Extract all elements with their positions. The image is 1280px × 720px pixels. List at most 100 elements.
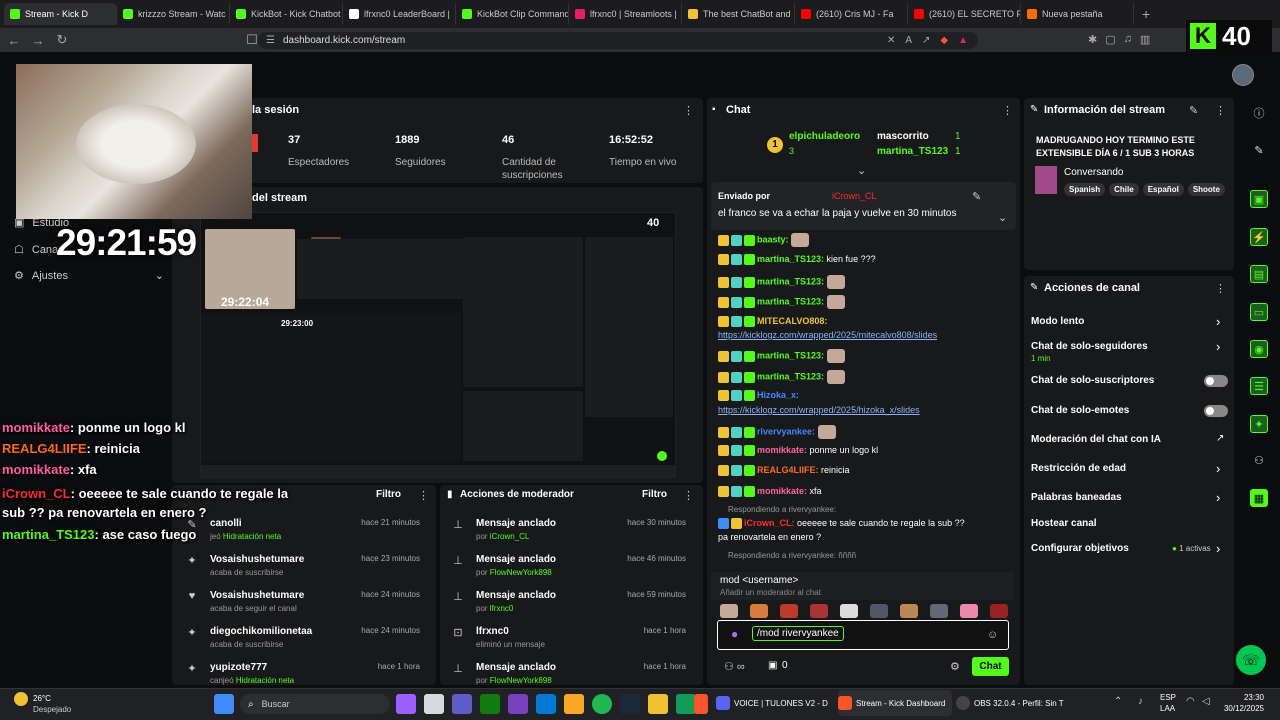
chat-username[interactable]: momikkate: (757, 445, 807, 455)
chat-username[interactable]: momikkate: (757, 486, 807, 496)
channel-action-item[interactable]: Hostear canal (1031, 518, 1097, 529)
wifi-icon[interactable]: ◠ (1186, 696, 1195, 707)
emote[interactable] (900, 604, 918, 618)
category-name[interactable]: Conversando (1064, 167, 1123, 178)
more-options-icon[interactable]: ⋮ (683, 104, 694, 117)
chevron-right-icon[interactable]: › (1216, 461, 1220, 476)
browser-tab[interactable]: Nueva pestaña (1021, 3, 1134, 25)
mod-filter-button[interactable]: Filtro (642, 489, 667, 500)
external-link-icon[interactable]: ↗ (1216, 433, 1224, 444)
chat-username[interactable]: martina_TS123: (757, 350, 824, 360)
weather-icon[interactable] (14, 692, 28, 706)
emote[interactable] (870, 604, 888, 618)
emote[interactable] (750, 604, 768, 618)
edit-icon[interactable]: ✎ (1250, 142, 1268, 160)
activity-filter-button[interactable]: Filtro (376, 489, 401, 500)
top-gifter-3[interactable]: martina_TS123 (877, 146, 948, 157)
browser-tab[interactable]: KickBot - Kick Chatbot (230, 3, 343, 25)
activity-item[interactable]: ♥ Vosaishushetumare acaba de seguir el can… (184, 590, 430, 613)
volume-icon[interactable]: ◁ (1202, 696, 1210, 707)
toggle-switch[interactable] (1204, 375, 1228, 387)
forward-icon[interactable]: → (28, 33, 48, 48)
chat-text[interactable]: https://kicklogz.com/wrapped/2025/miteca… (718, 330, 937, 340)
rail-icon-wrench[interactable]: ✦ (1250, 415, 1268, 433)
rail-icon-list[interactable]: ☰ (1250, 377, 1268, 395)
back-icon[interactable]: ← (4, 33, 24, 48)
address-bar[interactable]: ☰ dashboard.kick.com/stream ✕ A ↗ ◆ ▲ (258, 32, 978, 49)
store-icon[interactable] (536, 694, 556, 714)
taskbar-app-discord[interactable]: VOICE | TULONES V2 - D (716, 690, 828, 716)
chevron-right-icon[interactable]: › (1216, 314, 1220, 329)
taskview-icon[interactable] (424, 694, 444, 714)
browser-tab[interactable]: krizzzo Stream - Watc (117, 3, 230, 25)
mod-action-item[interactable]: ⊥ Mensaje anclado por lfrxnc0 hace 59 minut… (450, 590, 696, 613)
rail-icon-chat[interactable]: ▭ (1250, 303, 1268, 321)
mod-action-item[interactable]: ⊥ Mensaje anclado por iCrown_CL hace 30 min… (450, 518, 696, 541)
taskbar-search[interactable]: ⌕ Buscar (240, 694, 390, 714)
nav-item-settings[interactable]: ⚙ Ajustes ⌄ (14, 269, 164, 283)
category-thumbnail[interactable] (1035, 166, 1057, 194)
points-icon[interactable]: ▣ (768, 660, 777, 671)
chat-input-text[interactable]: /mod rivervyankee (752, 626, 844, 641)
edge-icon[interactable] (676, 694, 696, 714)
spotify-icon[interactable] (592, 694, 612, 714)
xbox-icon[interactable] (480, 694, 500, 714)
mod-action-item[interactable]: ⊡ lfrxnc0 eliminó un mensaje hace 1 hora (450, 626, 696, 649)
tag[interactable]: Spanish (1064, 183, 1106, 196)
chat-username[interactable]: MITECALVO808: (757, 316, 827, 326)
browser-tab[interactable]: lfrxnc0 | Streamloots | (569, 3, 682, 25)
rail-icon-radio[interactable]: ◉ (1250, 340, 1268, 358)
browser-tab[interactable]: lfrxnc0 LeaderBoard | (343, 3, 456, 25)
avatar[interactable] (1232, 64, 1254, 86)
windows-start-icon[interactable] (214, 694, 234, 714)
emote[interactable] (720, 604, 738, 618)
taskbar-app-brave[interactable]: Stream - Kick Dashboard (838, 690, 952, 716)
chevron-right-icon[interactable]: › (1216, 490, 1220, 505)
emote[interactable] (810, 604, 828, 618)
share-icon[interactable]: ↗ (922, 35, 930, 46)
steam-icon[interactable] (620, 694, 640, 714)
chat-username[interactable]: martina_TS123: (757, 276, 824, 286)
brave-shield-icon[interactable]: ◆ (940, 35, 948, 46)
activity-more-icon[interactable]: ⋮ (418, 489, 429, 502)
brave-icon[interactable] (694, 694, 708, 714)
pencil-icon[interactable]: ✎ (1189, 104, 1198, 117)
mod-more-icon[interactable]: ⋮ (683, 489, 694, 502)
new-tab-button[interactable]: + (1142, 6, 1150, 22)
pinned-expand-icon[interactable]: ⌄ (998, 211, 1007, 224)
browser-tab[interactable]: KickBot Clip Command (456, 3, 569, 25)
emote[interactable] (990, 604, 1008, 618)
rail-icon-users[interactable]: ⚇ (1250, 452, 1268, 470)
sidebar-icon[interactable]: ▥ (1140, 33, 1150, 46)
toggle-switch[interactable] (1204, 405, 1228, 417)
browser-tab[interactable]: (2610) EL SECRETO FIN (908, 3, 1021, 25)
clock-time[interactable]: 23:30 (1220, 693, 1264, 702)
info-more-icon[interactable]: ⋮ (1215, 104, 1226, 117)
channel-action-item[interactable]: Chat de solo-suscriptores (1031, 375, 1154, 386)
chat-username[interactable]: martina_TS123: (757, 371, 824, 381)
channel-action-item[interactable]: Restricción de edad (1031, 463, 1126, 474)
emote[interactable] (960, 604, 978, 618)
channel-action-item[interactable]: Chat de solo-seguidores 1 min (1031, 341, 1148, 363)
channel-action-item[interactable]: Moderación del chat con IA (1031, 434, 1161, 445)
tag[interactable]: Chile (1109, 183, 1139, 196)
teams-icon[interactable] (452, 694, 472, 714)
taskbar-app-obs[interactable]: OBS 32.0.4 - Perfil: Sin T (956, 690, 1070, 716)
chat-settings-icon[interactable]: ⚙ (950, 660, 960, 673)
mic-icon[interactable]: ● (731, 627, 738, 641)
channel-action-item[interactable]: Palabras baneadas (1031, 492, 1122, 503)
activity-item[interactable]: ✦ yupizote777 canjeó Hidratación neta hace … (184, 662, 430, 685)
chevron-right-icon[interactable]: › (1216, 541, 1220, 556)
chat-username[interactable]: rivervyankee: (757, 426, 815, 436)
browser-tab[interactable]: The best ChatBot and (682, 3, 795, 25)
tag[interactable]: Español (1142, 183, 1184, 196)
rail-icon-doc[interactable]: ▤ (1250, 265, 1268, 283)
copilot-icon[interactable] (396, 694, 416, 714)
mod-action-item[interactable]: ⊥ Mensaje anclado por FlowNewYork898 hace 1… (450, 662, 696, 685)
chat-username[interactable]: REALG4LIIFE: (757, 465, 819, 475)
translate-icon[interactable]: A (905, 35, 912, 46)
tag[interactable]: Shoote (1187, 183, 1225, 196)
emote[interactable] (780, 604, 798, 618)
stream-preview-video[interactable]: 29:22:04 29:23:00 40 (200, 212, 676, 478)
site-info-icon[interactable]: ☰ (266, 35, 275, 46)
